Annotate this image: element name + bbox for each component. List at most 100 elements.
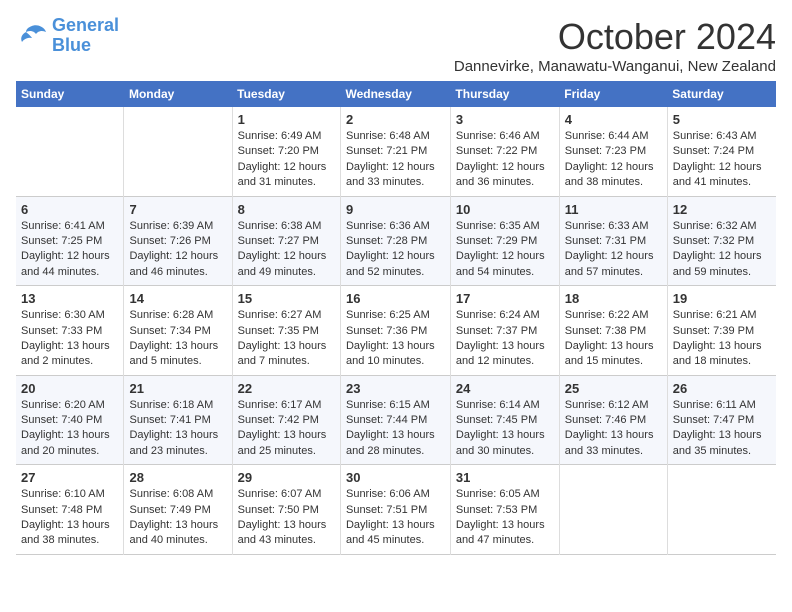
- day-info: Sunrise: 6:27 AMSunset: 7:35 PMDaylight:…: [238, 308, 335, 370]
- calendar-cell: 22 Sunrise: 6:17 AMSunset: 7:42 PMDaylig…: [232, 375, 340, 465]
- calendar-cell: 8 Sunrise: 6:38 AMSunset: 7:27 PMDayligh…: [232, 196, 340, 286]
- day-info: Sunrise: 6:33 AMSunset: 7:31 PMDaylight:…: [565, 219, 662, 281]
- weekday-header: Friday: [559, 81, 667, 107]
- calendar-table: SundayMondayTuesdayWednesdayThursdayFrid…: [16, 81, 776, 555]
- title-block: October 2024 Dannevirke, Manawatu-Wangan…: [454, 16, 776, 75]
- calendar-cell: 29 Sunrise: 6:07 AMSunset: 7:50 PMDaylig…: [232, 465, 340, 555]
- day-number: 9: [346, 202, 445, 217]
- day-number: 21: [129, 381, 226, 396]
- day-number: 26: [673, 381, 771, 396]
- calendar-cell: 13 Sunrise: 6:30 AMSunset: 7:33 PMDaylig…: [16, 286, 124, 376]
- calendar-body: 1 Sunrise: 6:49 AMSunset: 7:20 PMDayligh…: [16, 107, 776, 554]
- calendar-cell: 1 Sunrise: 6:49 AMSunset: 7:20 PMDayligh…: [232, 107, 340, 196]
- calendar-cell: 11 Sunrise: 6:33 AMSunset: 7:31 PMDaylig…: [559, 196, 667, 286]
- day-number: 30: [346, 470, 445, 485]
- calendar-cell: 3 Sunrise: 6:46 AMSunset: 7:22 PMDayligh…: [450, 107, 559, 196]
- day-info: Sunrise: 6:22 AMSunset: 7:38 PMDaylight:…: [565, 308, 662, 370]
- day-number: 2: [346, 112, 445, 127]
- calendar-cell: 6 Sunrise: 6:41 AMSunset: 7:25 PMDayligh…: [16, 196, 124, 286]
- day-info: Sunrise: 6:10 AMSunset: 7:48 PMDaylight:…: [21, 487, 118, 549]
- calendar-cell: 4 Sunrise: 6:44 AMSunset: 7:23 PMDayligh…: [559, 107, 667, 196]
- calendar-header: SundayMondayTuesdayWednesdayThursdayFrid…: [16, 81, 776, 107]
- calendar-cell: [667, 465, 776, 555]
- calendar-cell: 30 Sunrise: 6:06 AMSunset: 7:51 PMDaylig…: [340, 465, 450, 555]
- calendar-cell: 26 Sunrise: 6:11 AMSunset: 7:47 PMDaylig…: [667, 375, 776, 465]
- day-number: 25: [565, 381, 662, 396]
- day-number: 10: [456, 202, 554, 217]
- calendar-cell: 2 Sunrise: 6:48 AMSunset: 7:21 PMDayligh…: [340, 107, 450, 196]
- calendar-cell: 18 Sunrise: 6:22 AMSunset: 7:38 PMDaylig…: [559, 286, 667, 376]
- day-number: 13: [21, 291, 118, 306]
- calendar-cell: 14 Sunrise: 6:28 AMSunset: 7:34 PMDaylig…: [124, 286, 232, 376]
- calendar-cell: 20 Sunrise: 6:20 AMSunset: 7:40 PMDaylig…: [16, 375, 124, 465]
- calendar-cell: 23 Sunrise: 6:15 AMSunset: 7:44 PMDaylig…: [340, 375, 450, 465]
- day-info: Sunrise: 6:20 AMSunset: 7:40 PMDaylight:…: [21, 398, 118, 460]
- calendar-cell: 10 Sunrise: 6:35 AMSunset: 7:29 PMDaylig…: [450, 196, 559, 286]
- day-info: Sunrise: 6:18 AMSunset: 7:41 PMDaylight:…: [129, 398, 226, 460]
- day-number: 4: [565, 112, 662, 127]
- calendar-cell: [559, 465, 667, 555]
- day-number: 1: [238, 112, 335, 127]
- day-info: Sunrise: 6:30 AMSunset: 7:33 PMDaylight:…: [21, 308, 118, 370]
- day-info: Sunrise: 6:17 AMSunset: 7:42 PMDaylight:…: [238, 398, 335, 460]
- day-info: Sunrise: 6:25 AMSunset: 7:36 PMDaylight:…: [346, 308, 445, 370]
- logo-text: General Blue: [52, 16, 119, 56]
- day-number: 3: [456, 112, 554, 127]
- day-number: 6: [21, 202, 118, 217]
- day-info: Sunrise: 6:06 AMSunset: 7:51 PMDaylight:…: [346, 487, 445, 549]
- day-number: 19: [673, 291, 771, 306]
- day-info: Sunrise: 6:12 AMSunset: 7:46 PMDaylight:…: [565, 398, 662, 460]
- weekday-header: Sunday: [16, 81, 124, 107]
- weekday-header: Tuesday: [232, 81, 340, 107]
- day-info: Sunrise: 6:48 AMSunset: 7:21 PMDaylight:…: [346, 129, 445, 191]
- calendar-cell: 24 Sunrise: 6:14 AMSunset: 7:45 PMDaylig…: [450, 375, 559, 465]
- weekday-header: Saturday: [667, 81, 776, 107]
- day-number: 24: [456, 381, 554, 396]
- day-info: Sunrise: 6:15 AMSunset: 7:44 PMDaylight:…: [346, 398, 445, 460]
- calendar-cell: 21 Sunrise: 6:18 AMSunset: 7:41 PMDaylig…: [124, 375, 232, 465]
- day-number: 16: [346, 291, 445, 306]
- day-info: Sunrise: 6:41 AMSunset: 7:25 PMDaylight:…: [21, 219, 118, 281]
- calendar-cell: [16, 107, 124, 196]
- day-number: 12: [673, 202, 771, 217]
- day-info: Sunrise: 6:46 AMSunset: 7:22 PMDaylight:…: [456, 129, 554, 191]
- calendar-cell: 9 Sunrise: 6:36 AMSunset: 7:28 PMDayligh…: [340, 196, 450, 286]
- day-info: Sunrise: 6:11 AMSunset: 7:47 PMDaylight:…: [673, 398, 771, 460]
- day-number: 27: [21, 470, 118, 485]
- location-subtitle: Dannevirke, Manawatu-Wanganui, New Zeala…: [454, 58, 776, 75]
- month-title: October 2024: [454, 16, 776, 58]
- day-info: Sunrise: 6:44 AMSunset: 7:23 PMDaylight:…: [565, 129, 662, 191]
- calendar-cell: 17 Sunrise: 6:24 AMSunset: 7:37 PMDaylig…: [450, 286, 559, 376]
- day-number: 15: [238, 291, 335, 306]
- day-number: 14: [129, 291, 226, 306]
- day-number: 11: [565, 202, 662, 217]
- calendar-cell: 12 Sunrise: 6:32 AMSunset: 7:32 PMDaylig…: [667, 196, 776, 286]
- calendar-cell: 15 Sunrise: 6:27 AMSunset: 7:35 PMDaylig…: [232, 286, 340, 376]
- day-info: Sunrise: 6:14 AMSunset: 7:45 PMDaylight:…: [456, 398, 554, 460]
- calendar-cell: 7 Sunrise: 6:39 AMSunset: 7:26 PMDayligh…: [124, 196, 232, 286]
- calendar-cell: [124, 107, 232, 196]
- weekday-header: Monday: [124, 81, 232, 107]
- day-info: Sunrise: 6:39 AMSunset: 7:26 PMDaylight:…: [129, 219, 226, 281]
- calendar-cell: 25 Sunrise: 6:12 AMSunset: 7:46 PMDaylig…: [559, 375, 667, 465]
- calendar-cell: 16 Sunrise: 6:25 AMSunset: 7:36 PMDaylig…: [340, 286, 450, 376]
- day-number: 22: [238, 381, 335, 396]
- day-number: 29: [238, 470, 335, 485]
- calendar-cell: 27 Sunrise: 6:10 AMSunset: 7:48 PMDaylig…: [16, 465, 124, 555]
- calendar-cell: 28 Sunrise: 6:08 AMSunset: 7:49 PMDaylig…: [124, 465, 232, 555]
- day-number: 20: [21, 381, 118, 396]
- day-info: Sunrise: 6:05 AMSunset: 7:53 PMDaylight:…: [456, 487, 554, 549]
- day-number: 28: [129, 470, 226, 485]
- weekday-header: Thursday: [450, 81, 559, 107]
- page-header: General Blue October 2024 Dannevirke, Ma…: [16, 16, 776, 75]
- day-info: Sunrise: 6:35 AMSunset: 7:29 PMDaylight:…: [456, 219, 554, 281]
- day-number: 18: [565, 291, 662, 306]
- logo-icon: [16, 22, 48, 50]
- day-info: Sunrise: 6:36 AMSunset: 7:28 PMDaylight:…: [346, 219, 445, 281]
- day-info: Sunrise: 6:08 AMSunset: 7:49 PMDaylight:…: [129, 487, 226, 549]
- weekday-header: Wednesday: [340, 81, 450, 107]
- day-info: Sunrise: 6:21 AMSunset: 7:39 PMDaylight:…: [673, 308, 771, 370]
- calendar-cell: 31 Sunrise: 6:05 AMSunset: 7:53 PMDaylig…: [450, 465, 559, 555]
- day-number: 17: [456, 291, 554, 306]
- calendar-cell: 5 Sunrise: 6:43 AMSunset: 7:24 PMDayligh…: [667, 107, 776, 196]
